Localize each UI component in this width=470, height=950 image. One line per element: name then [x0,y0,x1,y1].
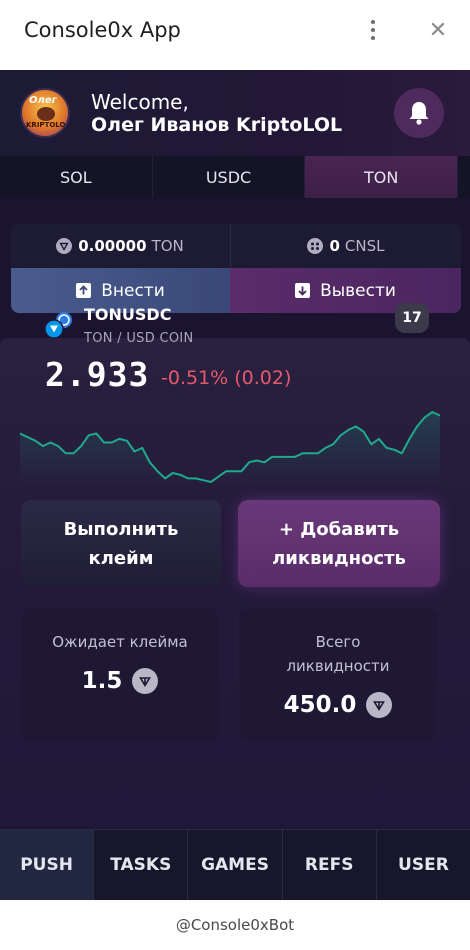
cnsl-balance: 0 CNSL [230,224,461,268]
claim-label-line2: клейм [88,547,154,569]
bell-icon [409,102,429,125]
pending-claim-value-row: 1.5 [21,666,219,696]
ton-icon [56,238,73,254]
arrow-up-icon [76,283,92,298]
add-liquidity-line2: ликвидность [272,547,406,569]
ton-balance-unit: TON [151,237,184,255]
nav-push[interactable]: PUSH [0,830,95,900]
bottom-nav: PUSH TASKS GAMES REFS USER [0,829,470,900]
avatar-text-top: Олег [29,95,57,106]
more-menu-icon[interactable] [366,20,380,44]
avatar[interactable]: Олег KRIPTOLOL [20,88,70,138]
deposit-label: Внести [101,280,165,301]
bot-handle[interactable]: @Console0xBot [0,900,470,950]
claim-label-line1: Выполнить [63,518,179,540]
price-chart [20,411,440,486]
claim-button[interactable]: Выполнить клейм [21,500,221,587]
pending-claim-card: Ожидает клейма 1.5 [21,608,219,742]
nav-tasks[interactable]: TASKS [94,830,189,900]
currency-tabs: SOL USDC TON [0,156,470,198]
pending-claim-value: 1.5 [81,668,123,694]
nav-refs[interactable]: REFS [283,830,377,900]
arrow-down-icon [295,283,311,298]
ton-coin-icon [366,692,393,718]
close-icon[interactable]: ✕ [426,19,450,43]
ticker-price: 2.933 [45,355,150,394]
ticker-subtitle: TON / USD COIN [84,331,194,346]
ton-coin-icon [132,668,159,694]
nav-games[interactable]: GAMES [188,830,283,900]
ticker-change: -0.51% (0.02) [161,367,292,389]
profile-header: Олег KRIPTOLOL Welcome, Олег Иванов Krip… [0,70,470,156]
pending-claim-label: Ожидает клейма [52,633,188,651]
username: Олег Иванов KriptoLOL [91,114,343,136]
cnsl-balance-value: 0 [329,237,340,255]
withdraw-label: Вывести [320,280,396,301]
tab-sol[interactable]: SOL [0,156,153,198]
total-liquidity-value-row: 450.0 [239,690,437,720]
price-area [20,412,440,486]
nav-user[interactable]: USER [377,830,470,900]
cnsl-icon [307,238,324,254]
tradingview-logo[interactable]: 17 [395,303,429,333]
add-liquidity-line1: + Добавить [278,518,400,540]
total-liquidity-label-2: ликвидности [286,657,390,675]
avatar-face-icon [37,107,55,121]
cnsl-balance-unit: CNSL [344,237,385,255]
title-bar: Console0x App ✕ [0,0,470,70]
ton-usdc-pair-icon [44,312,72,339]
tab-ton[interactable]: TON [305,156,459,198]
ton-balance: 0.00000 TON [11,224,229,268]
ticker-pair: TONUSDC [84,305,172,324]
add-liquidity-button[interactable]: + Добавить ликвидность [238,500,440,587]
balance-card: 0.00000 TON 0 CNSL Внести Вывести [11,224,461,313]
total-liquidity-label-1: Всего [315,633,361,651]
avatar-text-bottom: KRIPTOLOL [26,121,70,129]
tab-usdc[interactable]: USDC [153,156,306,198]
total-liquidity-card: Всего ликвидности 450.0 [239,608,437,742]
total-liquidity-value: 450.0 [283,692,357,718]
notifications-button[interactable] [394,88,444,138]
window-title: Console0x App [24,18,181,42]
welcome-text: Welcome, [91,90,189,114]
ton-balance-value: 0.00000 [78,237,147,255]
